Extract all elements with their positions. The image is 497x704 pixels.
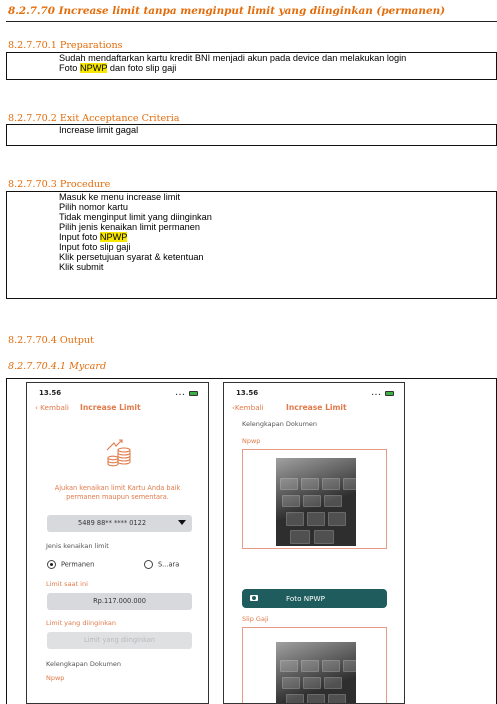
preparation-item-text: dan foto slip gaji (107, 63, 177, 73)
page-title: Increase Limit (80, 403, 141, 412)
radio-empty-icon (144, 560, 153, 569)
nav-bar: ‹Kembali Increase Limit (232, 403, 396, 415)
camera-icon (250, 595, 258, 601)
desired-limit-input[interactable]: Limit yang diinginkan (47, 632, 192, 649)
preparation-item: Sudah mendaftarkan kartu kredit BNI menj… (59, 53, 496, 63)
procedure-step-text: Klik submit (59, 262, 104, 272)
mycard-heading: 8.2.7.70.4.1 Mycard (8, 361, 107, 372)
back-button[interactable]: ‹Kembali (232, 403, 264, 412)
keyboard-photo (276, 458, 356, 546)
card-number-value: 5489 88** **** 0122 (78, 519, 147, 527)
procedure-step-text: Input foto (59, 232, 100, 242)
screenshot-document-upload: 13.56 ... ‹Kembali Increase Limit Keleng… (223, 382, 405, 704)
procedure-step: Klik persetujuan syarat & ketentuan (59, 252, 496, 262)
procedure-list: Masuk ke menu increase limitPilih nomor … (7, 192, 496, 272)
radio-sementara[interactable]: S...ara (144, 560, 179, 569)
signal-battery-icon: ... (371, 389, 394, 397)
nav-bar: ‹ Kembali Increase Limit (35, 403, 200, 415)
procedure-step-text: Input foto slip gaji (59, 242, 131, 252)
exit-criteria-table: Increase limit gagal (6, 124, 497, 146)
status-time: 13.56 (39, 389, 62, 397)
chevron-down-icon (178, 520, 186, 525)
slip-gaji-label: Slip Gaji (242, 615, 269, 623)
highlighted-text: NPWP (99, 232, 128, 242)
back-button[interactable]: ‹ Kembali (35, 403, 69, 412)
highlighted-text: NPWP (79, 63, 108, 73)
preparations-list: Sudah mendaftarkan kartu kredit BNI menj… (7, 53, 496, 73)
foto-npwp-button[interactable]: Foto NPWP (242, 589, 387, 608)
preparations-table: Sudah mendaftarkan kartu kredit BNI menj… (6, 52, 497, 80)
keyboard-photo (276, 642, 356, 703)
procedure-step-text: Pilih nomor kartu (59, 202, 128, 212)
limit-type-label: Jenis kenaikan limit (46, 542, 109, 550)
output-heading: 8.2.7.70.4 Output (8, 335, 94, 346)
procedure-step: Pilih jenis kenaikan limit permanen (59, 222, 496, 232)
intro-caption: Ajukan kenaikan limit Kartu Anda baik pe… (54, 484, 181, 501)
procedure-step: Input foto NPWP (59, 232, 496, 242)
npwp-label: Npwp (46, 674, 65, 682)
procedure-step-text: Tidak menginput limit yang diinginkan (59, 212, 212, 222)
status-bar: 13.56 ... (236, 389, 394, 399)
procedure-step: Input foto slip gaji (59, 242, 496, 252)
radio-selected-icon (47, 560, 56, 569)
preparation-item-text: Sudah mendaftarkan kartu kredit BNI menj… (59, 53, 407, 63)
current-limit-field: Rp.117.000.000 (47, 593, 192, 610)
preparations-heading: 8.2.7.70.1 Preparations (8, 40, 123, 51)
card-number-select[interactable]: 5489 88** **** 0122 (47, 515, 192, 532)
npwp-label: Npwp (242, 437, 261, 445)
procedure-step-text: Masuk ke menu increase limit (59, 192, 181, 202)
signal-battery-icon: ... (175, 389, 198, 397)
procedure-step-text: Klik persetujuan syarat & ketentuan (59, 252, 204, 262)
coins-growth-icon (106, 439, 131, 467)
exit-criteria-item: Increase limit gagal (59, 125, 496, 135)
documents-label: Kelengkapan Dokumen (46, 660, 122, 668)
preparation-item-text: Foto (59, 63, 80, 73)
screenshot-increase-limit-form: 13.56 ... ‹ Kembali Increase Limit Ajuka… (26, 382, 209, 704)
procedure-table: Masuk ke menu increase limitPilih nomor … (6, 191, 497, 299)
documents-label: Kelengkapan Dokumen (242, 420, 318, 428)
procedure-step: Masuk ke menu increase limit (59, 192, 496, 202)
section-heading: 8.2.7.70 Increase limit tanpa menginput … (6, 0, 497, 22)
radio-permanen[interactable]: Permanen (47, 560, 94, 569)
page-title: Increase Limit (286, 403, 347, 412)
preparation-item: Foto NPWP dan foto slip gaji (59, 63, 496, 73)
procedure-step: Klik submit (59, 262, 496, 272)
procedure-step: Pilih nomor kartu (59, 202, 496, 212)
limit-type-radio-group: Permanen S...ara (47, 560, 198, 572)
current-limit-label: Limit saat ini (46, 580, 88, 588)
slip-gaji-photo-preview[interactable] (242, 627, 387, 703)
procedure-step-text: Pilih jenis kenaikan limit permanen (59, 222, 200, 232)
npwp-photo-preview[interactable] (242, 449, 387, 549)
procedure-heading: 8.2.7.70.3 Procedure (8, 179, 111, 190)
procedure-step: Tidak menginput limit yang diinginkan (59, 212, 496, 222)
desired-limit-label: Limit yang diinginkan (46, 619, 116, 627)
status-time: 13.56 (236, 389, 259, 397)
status-bar: 13.56 ... (39, 389, 198, 399)
